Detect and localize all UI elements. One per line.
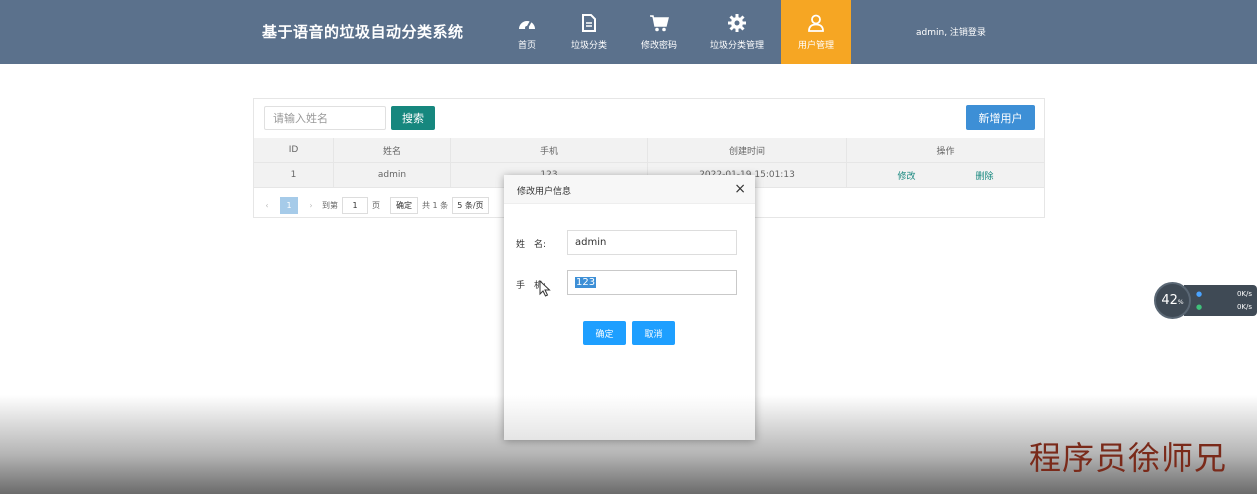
current-page[interactable]: 1	[280, 196, 298, 214]
cell-id: 1	[254, 163, 334, 187]
search-button[interactable]: 搜索	[391, 106, 435, 130]
delete-link[interactable]: 删除	[976, 169, 994, 182]
nav-user-manage-label: 用户管理	[797, 41, 834, 51]
column-header: ID	[254, 138, 334, 162]
name-label: 姓 名:	[516, 240, 547, 250]
top-header: 基于语音的垃圾自动分类系统 首页 垃圾分类 修改密码 垃圾分类管理 用户管理 a…	[0, 0, 1257, 64]
goto-suffix: 页	[372, 200, 380, 210]
column-header: 姓名	[334, 138, 451, 162]
nav-change-password[interactable]: 修改密码	[637, 0, 681, 64]
download-icon: ●	[1196, 303, 1203, 311]
app-title: 基于语音的垃圾自动分类系统	[262, 23, 464, 41]
column-header: 操作	[936, 146, 955, 157]
network-speed-widget[interactable]: ● 0K/s ● 0K/s 42%	[1154, 282, 1257, 319]
dialog-header: 修改用户信息 ×	[504, 175, 755, 204]
upload-speed: 0K/s	[1236, 290, 1252, 298]
nav-change-password-label: 修改密码	[640, 41, 677, 51]
cpu-percent-circle: 42%	[1154, 282, 1191, 319]
nav-home[interactable]: 首页	[510, 0, 544, 64]
nav-garbage-classify-label: 垃圾分类	[570, 41, 607, 51]
speed-pill: ● 0K/s ● 0K/s	[1184, 285, 1257, 316]
mouse-cursor-icon	[539, 279, 551, 301]
goto-confirm-button[interactable]: 确定	[390, 196, 418, 214]
cpu-percent-unit: %	[1177, 299, 1184, 306]
page-size-select[interactable]: 5 条/页	[452, 196, 489, 214]
add-user-button[interactable]: 新增用户	[966, 105, 1035, 130]
logout-link[interactable]: admin, 注销登录	[916, 25, 986, 38]
dialog-title: 修改用户信息	[517, 187, 572, 197]
cell-actions: 修改 删除	[847, 163, 1044, 187]
nav-garbage-classify[interactable]: 垃圾分类	[566, 0, 612, 64]
upload-icon: ●	[1196, 290, 1203, 298]
search-input[interactable]	[264, 106, 386, 130]
download-speed: 0K/s	[1236, 303, 1252, 311]
goto-page-input[interactable]: 1	[342, 196, 368, 214]
phone-field[interactable]: 123	[567, 270, 737, 295]
table-header: ID 姓名 手机 创建时间 操作	[254, 138, 1044, 163]
dialog-bottom-shade	[504, 395, 755, 440]
nav-garbage-manage[interactable]: 垃圾分类管理	[707, 0, 767, 64]
close-icon[interactable]: ×	[734, 181, 746, 197]
edit-link[interactable]: 修改	[897, 169, 915, 182]
edit-user-dialog: 修改用户信息 × 姓 名: admin 手 机: 123 确定 取消	[504, 175, 755, 440]
user-icon	[805, 13, 827, 33]
pagination: ‹ 1 › 到第 1 页 确定 共 1 条 5 条/页	[260, 195, 489, 215]
total-count: 共 1 条	[422, 200, 449, 210]
nav-garbage-manage-label: 垃圾分类管理	[709, 41, 764, 51]
cell-name: admin	[334, 163, 451, 187]
gear-icon	[726, 13, 748, 33]
phone-field-value: 123	[575, 277, 597, 288]
cancel-button[interactable]: 取消	[632, 321, 675, 345]
goto-prefix: 到第	[322, 200, 338, 210]
watermark-text: 程序员徐师兄	[1029, 439, 1228, 477]
nav-user-manage[interactable]: 用户管理	[781, 0, 851, 64]
name-field[interactable]: admin	[567, 230, 737, 255]
nav-home-label: 首页	[517, 41, 536, 51]
document-icon	[578, 13, 600, 33]
confirm-button[interactable]: 确定	[583, 321, 626, 345]
column-header: 创建时间	[648, 138, 847, 162]
cart-icon	[648, 13, 670, 33]
next-page-icon[interactable]: ›	[304, 201, 318, 210]
column-header: 手机	[451, 138, 648, 162]
dashboard-icon	[516, 13, 538, 33]
prev-page-icon[interactable]: ‹	[260, 201, 274, 210]
cpu-percent: 42	[1161, 293, 1178, 308]
